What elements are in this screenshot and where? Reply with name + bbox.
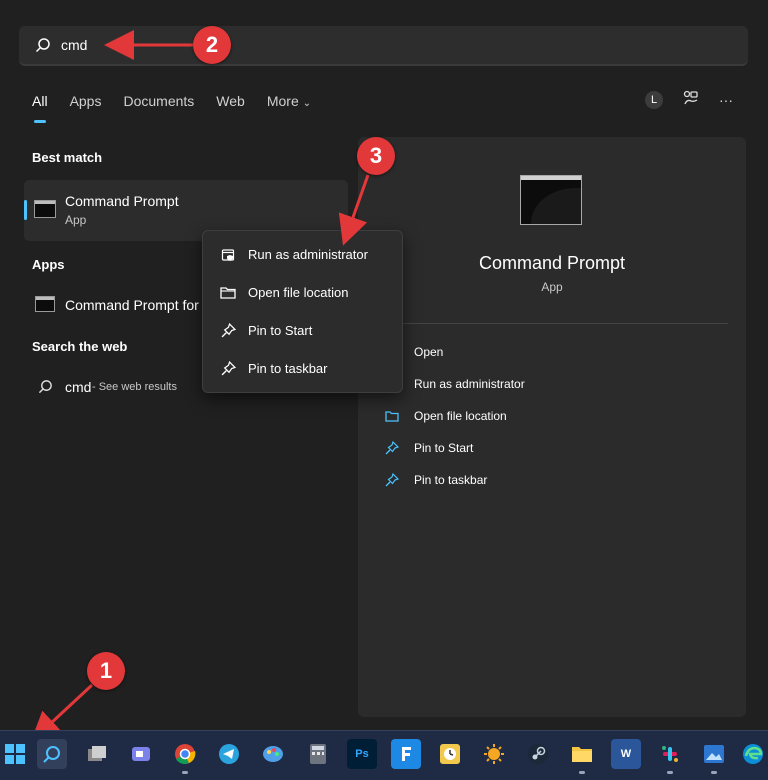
chrome-icon[interactable] bbox=[170, 739, 200, 774]
edge-icon[interactable] bbox=[738, 739, 768, 769]
action-label: Pin to taskbar bbox=[414, 473, 488, 487]
tab-more[interactable]: More ⌄ bbox=[267, 93, 311, 117]
photos-icon[interactable] bbox=[699, 739, 729, 774]
ctx-open-file-location[interactable]: Open file location bbox=[218, 285, 348, 300]
ctx-run-as-admin[interactable]: Run as administrator bbox=[218, 247, 368, 262]
pin-icon bbox=[218, 361, 238, 376]
ctx-label: Pin to Start bbox=[248, 323, 313, 338]
detail-action-pin-to-start[interactable]: Pin to Start bbox=[380, 441, 473, 455]
pin-icon bbox=[380, 441, 404, 455]
action-label: Run as administrator bbox=[414, 377, 525, 391]
windows-logo-icon bbox=[5, 744, 25, 764]
command-prompt-large-icon bbox=[520, 175, 582, 225]
annotation-badge-2: 2 bbox=[193, 26, 231, 64]
slack-icon[interactable] bbox=[655, 739, 685, 774]
running-indicator bbox=[667, 771, 673, 774]
sun-app-icon[interactable] bbox=[479, 739, 509, 769]
tab-all[interactable]: All bbox=[32, 93, 48, 123]
photoshop-icon[interactable]: Ps bbox=[347, 739, 377, 769]
taskbar-search-button[interactable] bbox=[37, 739, 67, 769]
best-match-subtitle: App bbox=[65, 213, 87, 227]
task-view-icon[interactable] bbox=[82, 739, 112, 769]
pin-icon bbox=[380, 473, 404, 487]
tab-apps[interactable]: Apps bbox=[70, 93, 102, 117]
teams-chat-icon[interactable] bbox=[126, 739, 156, 769]
share-icon[interactable] bbox=[683, 90, 699, 109]
start-button[interactable] bbox=[0, 739, 30, 769]
detail-title: Command Prompt bbox=[478, 253, 626, 273]
shield-icon bbox=[218, 248, 238, 262]
account-avatar[interactable]: L bbox=[645, 90, 663, 109]
ctx-pin-to-start[interactable]: Pin to Start bbox=[218, 323, 312, 338]
paint-icon[interactable] bbox=[258, 739, 288, 769]
more-options-icon[interactable]: ··· bbox=[719, 92, 733, 108]
tab-web[interactable]: Web bbox=[216, 93, 245, 117]
action-label: Open bbox=[414, 345, 444, 359]
pin-icon bbox=[218, 323, 238, 338]
search-query-text: cmd bbox=[61, 37, 88, 53]
annotation-badge-1: 1 bbox=[87, 652, 125, 690]
context-menu: Run as administrator Open file location … bbox=[202, 230, 403, 393]
detail-action-open-file-location[interactable]: Open file location bbox=[380, 409, 507, 423]
running-indicator bbox=[579, 771, 585, 774]
running-indicator bbox=[711, 771, 717, 774]
web-suffix: - See web results bbox=[92, 381, 177, 393]
best-match-title: Command Prompt bbox=[65, 193, 179, 209]
divider bbox=[380, 323, 728, 324]
telegram-icon[interactable] bbox=[214, 739, 244, 769]
detail-subtitle: App bbox=[541, 280, 563, 294]
search-filter-tabs: All Apps Documents Web More ⌄ bbox=[32, 93, 333, 123]
action-label: Pin to Start bbox=[414, 441, 474, 455]
file-explorer-icon[interactable] bbox=[567, 739, 597, 774]
annotation-badge-3: 3 bbox=[357, 137, 395, 175]
ctx-pin-to-taskbar[interactable]: Pin to taskbar bbox=[218, 361, 328, 376]
ctx-label: Pin to taskbar bbox=[248, 361, 328, 376]
folder-icon bbox=[218, 286, 238, 299]
header-tools: L ··· bbox=[645, 90, 733, 109]
command-prompt-icon bbox=[35, 296, 55, 312]
folder-icon bbox=[380, 410, 404, 422]
tab-documents[interactable]: Documents bbox=[123, 93, 194, 117]
apps-result-item[interactable]: Command Prompt for bbox=[24, 288, 204, 322]
selection-indicator bbox=[24, 200, 27, 220]
result-detail-panel: Command Prompt App Open Run as administr… bbox=[358, 137, 746, 717]
search-icon bbox=[38, 379, 53, 399]
clock-app-icon[interactable] bbox=[435, 739, 465, 769]
search-web-heading: Search the web bbox=[32, 339, 128, 354]
start-search-panel: cmd All Apps Documents Web More ⌄ L ··· B… bbox=[0, 0, 768, 730]
web-result-item[interactable]: cmd - See web results bbox=[24, 372, 204, 402]
ctx-label: Run as administrator bbox=[248, 247, 368, 262]
running-indicator bbox=[182, 771, 188, 774]
calculator-icon[interactable] bbox=[303, 739, 333, 769]
apps-result-label: Command Prompt for bbox=[65, 297, 199, 313]
action-label: Open file location bbox=[414, 409, 507, 423]
search-icon bbox=[43, 746, 60, 763]
command-prompt-icon bbox=[34, 200, 56, 218]
detail-action-pin-to-taskbar[interactable]: Pin to taskbar bbox=[380, 473, 487, 487]
taskbar: Ps W bbox=[0, 730, 768, 780]
app-f-icon[interactable] bbox=[391, 739, 421, 769]
word-icon[interactable]: W bbox=[611, 739, 641, 769]
ctx-label: Open file location bbox=[248, 285, 349, 300]
apps-heading: Apps bbox=[32, 257, 65, 272]
best-match-heading: Best match bbox=[32, 150, 103, 165]
chevron-down-icon: ⌄ bbox=[302, 98, 312, 109]
search-icon bbox=[35, 37, 51, 58]
steam-icon[interactable] bbox=[523, 739, 553, 769]
search-input[interactable]: cmd bbox=[19, 26, 748, 66]
web-query: cmd bbox=[65, 379, 92, 395]
